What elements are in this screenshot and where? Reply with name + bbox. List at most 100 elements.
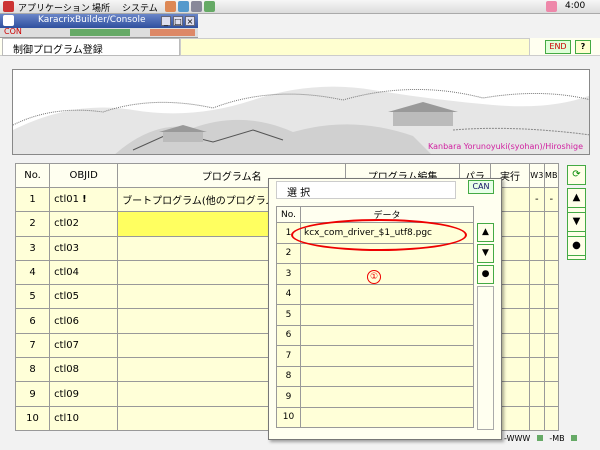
col-mb: MB (543, 163, 559, 188)
row-objid[interactable]: ctl03 (49, 235, 119, 261)
annotation-number: ① (367, 270, 381, 284)
minimize-button[interactable]: _ (161, 16, 171, 26)
scroll-up-button[interactable]: ▲ (567, 188, 586, 208)
objid-text: ctl07 (54, 339, 79, 351)
objid-text: ctl03 (54, 242, 79, 254)
row-mb[interactable] (543, 381, 559, 407)
scroll-down-button[interactable]: ▼ (567, 212, 586, 232)
row-objid[interactable]: ctl07 (49, 332, 119, 359)
status-mb-toggle[interactable] (571, 435, 578, 441)
highlight-annotation (291, 219, 467, 251)
row-w3[interactable] (529, 381, 545, 407)
objid-text: ctl04 (54, 267, 79, 279)
row-objid[interactable]: ctl09 (49, 381, 119, 407)
row-mb[interactable] (543, 357, 559, 383)
dialog-row-data[interactable] (300, 283, 474, 305)
maximize-button[interactable]: □ (173, 16, 183, 26)
dialog-row-data[interactable] (300, 406, 474, 428)
row-objid[interactable]: ctl01 ! (49, 186, 119, 213)
row-w3[interactable]: - (529, 186, 545, 213)
row-w3[interactable] (529, 211, 545, 237)
objid-text: ctl08 (54, 364, 79, 376)
row-objid[interactable]: ctl02 (49, 211, 119, 237)
row-mb[interactable] (543, 284, 559, 310)
row-mb[interactable] (543, 332, 559, 359)
dialog-row[interactable]: 6 (276, 324, 474, 346)
close-button[interactable]: × (185, 16, 195, 26)
editor-icon[interactable] (204, 1, 215, 12)
dialog-row-data[interactable] (300, 304, 474, 326)
row-objid[interactable]: ctl05 (49, 284, 119, 310)
row-w3[interactable] (529, 405, 545, 432)
dialog-scroll-center-button[interactable]: ● (477, 265, 494, 284)
status-mb: -MB (549, 434, 565, 443)
dialog-scroll-track[interactable] (477, 286, 494, 430)
dialog-row-data[interactable] (300, 386, 474, 408)
network-icon[interactable] (546, 1, 557, 12)
row-mb[interactable] (543, 235, 559, 261)
header-info-field (180, 38, 530, 56)
tab-console[interactable]: CON (4, 27, 22, 36)
dialog-row[interactable]: 10 (276, 406, 474, 428)
row-w3[interactable] (529, 308, 545, 334)
help-button[interactable]: ? (575, 40, 591, 54)
menu-places[interactable]: 場所 (92, 1, 110, 14)
dialog-scroll-up-button[interactable]: ▲ (477, 223, 494, 242)
status-www-toggle[interactable] (536, 435, 543, 441)
col-objid: OBJID (49, 163, 119, 188)
row-mb[interactable] (543, 259, 559, 286)
refresh-button[interactable]: ⟳ (567, 165, 586, 185)
row-mb[interactable]: - (543, 186, 559, 213)
window-menu-icon[interactable] (3, 15, 14, 26)
menu-applications[interactable]: アプリケーション (18, 1, 90, 14)
row-flag: ! (82, 194, 87, 206)
objid-text: ctl10 (54, 412, 79, 424)
row-w3[interactable] (529, 332, 545, 359)
dialog-row-data[interactable] (300, 324, 474, 346)
row-number: 2 (14, 211, 51, 237)
dialog-row-data[interactable] (300, 345, 474, 367)
dialog-row[interactable]: 4 (276, 283, 474, 305)
row-objid[interactable]: ctl06 (49, 308, 119, 334)
dialog-row-number: 4 (276, 283, 301, 305)
row-objid[interactable]: ctl08 (49, 357, 119, 383)
toolbar: CON (0, 27, 198, 38)
objid-text: ctl01 (54, 194, 79, 206)
dialog-row-number: 10 (276, 406, 301, 428)
mail-icon[interactable] (178, 1, 189, 12)
scroll-center-button[interactable]: ● (567, 236, 586, 256)
browser-icon[interactable] (165, 1, 176, 12)
status-www: -WWW (504, 434, 531, 443)
row-mb[interactable] (543, 405, 559, 432)
end-button[interactable]: END (545, 40, 571, 54)
image-credit: Kanbara Yorunoyuki(syohan)/Hiroshige (428, 142, 583, 151)
dialog-row-data[interactable] (300, 263, 474, 285)
dialog-row[interactable]: 5 (276, 304, 474, 326)
menu-system[interactable]: システム (122, 1, 158, 14)
row-number: 10 (14, 405, 51, 432)
row-w3[interactable] (529, 235, 545, 261)
row-number: 6 (14, 308, 51, 334)
row-number: 8 (14, 357, 51, 383)
row-mb[interactable] (543, 308, 559, 334)
terminal-icon[interactable] (191, 1, 202, 12)
dialog-row[interactable]: 7 (276, 345, 474, 367)
app-logo-icon[interactable] (3, 1, 14, 12)
row-w3[interactable] (529, 284, 545, 310)
dialog-row[interactable]: 9 (276, 386, 474, 408)
row-mb[interactable] (543, 211, 559, 237)
row-objid[interactable]: ctl10 (49, 405, 119, 432)
row-w3[interactable] (529, 357, 545, 383)
dialog-row-data[interactable] (300, 365, 474, 387)
dialog-row[interactable]: 8 (276, 365, 474, 387)
cancel-button[interactable]: CAN (468, 180, 494, 194)
dialog-row-number: 5 (276, 304, 301, 326)
row-objid[interactable]: ctl04 (49, 259, 119, 286)
dialog-row-number: 7 (276, 345, 301, 367)
window-title-bar[interactable]: KaracrixBuilder/Console _ □ × (0, 14, 198, 28)
dialog-scroll-down-button[interactable]: ▼ (477, 244, 494, 263)
dialog-row-number: 2 (276, 242, 301, 264)
dialog-title: 選 択 (276, 181, 456, 199)
row-number: 9 (14, 381, 51, 407)
row-w3[interactable] (529, 259, 545, 286)
